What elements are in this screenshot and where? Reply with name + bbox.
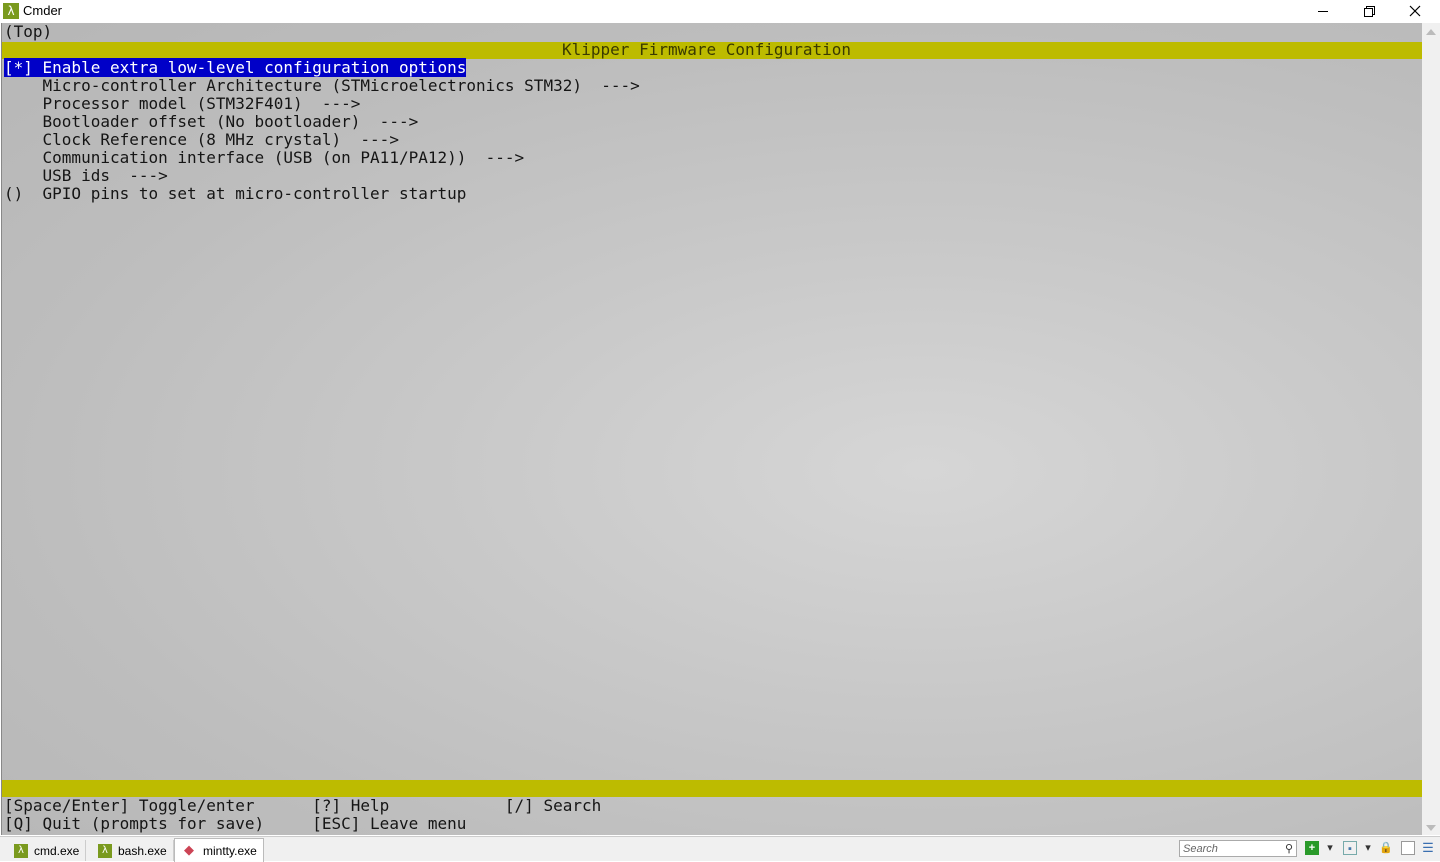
help-line-2: [Q] Quit (prompts for save) [ESC] Leave …: [4, 814, 467, 833]
layout-dropdown-icon[interactable]: ▾: [1361, 841, 1375, 855]
scroll-up-icon[interactable]: [1426, 29, 1436, 35]
config-title: Klipper Firmware Configuration: [562, 40, 851, 59]
scroll-down-icon[interactable]: [1426, 825, 1436, 831]
menu-item-processor-model[interactable]: Processor model (STM32F401) --->: [4, 95, 361, 113]
status-bar: λ cmd.exe λ bash.exe ◆ mintty.exe Search…: [0, 836, 1440, 862]
restore-icon: [1363, 5, 1375, 17]
window-icon[interactable]: [1401, 841, 1415, 855]
lambda-icon: λ: [14, 843, 28, 858]
menu-icon[interactable]: ☰: [1421, 841, 1435, 855]
menu-item-usb-ids[interactable]: USB ids --->: [4, 167, 168, 185]
lock-icon[interactable]: 🔒: [1379, 841, 1393, 855]
tab-cmd[interactable]: λ cmd.exe: [8, 840, 87, 861]
location-indicator: (Top): [4, 23, 53, 41]
menu-item-label: [*] Enable extra low-level configuration…: [4, 58, 467, 77]
tab-label: bash.exe: [118, 843, 167, 858]
menu-item-clock-reference[interactable]: Clock Reference (8 MHz crystal) --->: [4, 131, 399, 149]
git-icon: ◆: [184, 842, 194, 858]
lambda-icon: λ: [3, 3, 19, 19]
lambda-icon: λ: [98, 843, 112, 858]
search-input[interactable]: Search ⚲: [1179, 840, 1297, 857]
tab-label: mintty.exe: [203, 843, 257, 858]
close-icon: [1409, 5, 1421, 17]
minimize-button[interactable]: [1300, 0, 1346, 22]
tab-label: cmd.exe: [34, 843, 80, 858]
help-line-1: [Space/Enter] Toggle/enter [?] Help [/] …: [4, 796, 602, 815]
layout-icon[interactable]: ▪: [1343, 841, 1357, 855]
menu-item-low-level-options[interactable]: [*] Enable extra low-level configuration…: [4, 58, 467, 77]
restore-button[interactable]: [1346, 0, 1392, 22]
footer-band: [2, 780, 1422, 797]
new-console-dropdown-icon[interactable]: ▾: [1323, 841, 1337, 855]
menu-item-bootloader-offset[interactable]: Bootloader offset (No bootloader) --->: [4, 113, 419, 131]
tab-bash[interactable]: λ bash.exe: [92, 840, 174, 861]
new-console-icon[interactable]: +: [1305, 841, 1319, 855]
search-icon: ⚲: [1284, 843, 1293, 855]
close-button[interactable]: [1392, 0, 1438, 22]
title-bar: λ Cmder: [0, 0, 1440, 22]
menu-item-communication-interface[interactable]: Communication interface (USB (on PA11/PA…: [4, 149, 525, 167]
terminal-area[interactable]: (Top) Klipper Firmware Configuration [*]…: [1, 23, 1422, 835]
tab-mintty[interactable]: ◆ mintty.exe: [174, 838, 264, 862]
minimize-icon: [1318, 10, 1328, 12]
menu-item-architecture[interactable]: Micro-controller Architecture (STMicroel…: [4, 77, 640, 95]
vertical-scrollbar[interactable]: [1422, 23, 1440, 835]
window-title: Cmder: [23, 3, 63, 18]
search-placeholder: Search: [1183, 843, 1218, 855]
menu-item-gpio-pins[interactable]: () GPIO pins to set at micro-controller …: [4, 185, 466, 203]
